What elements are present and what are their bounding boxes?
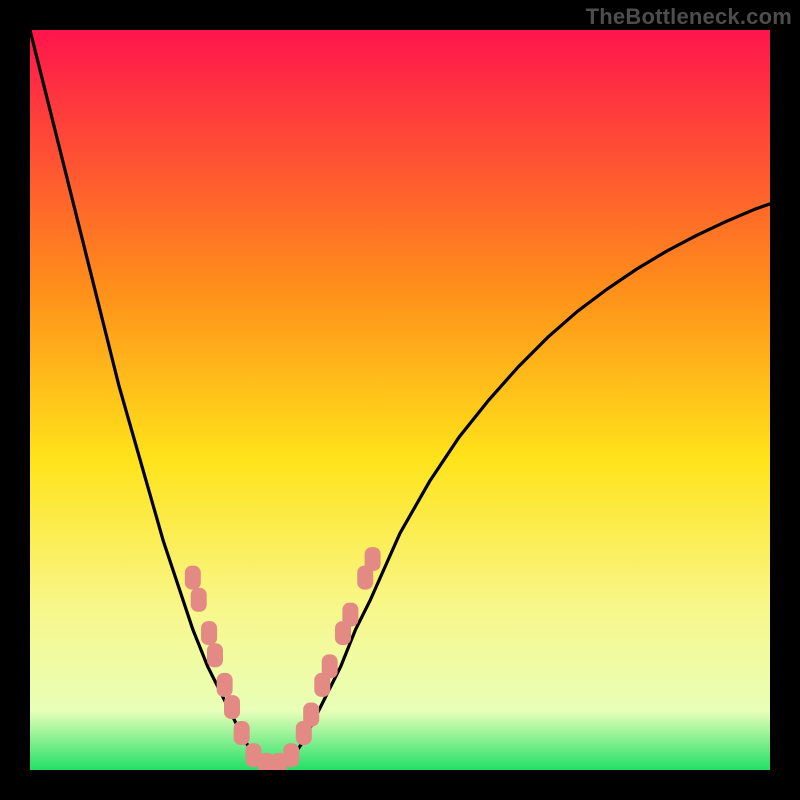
curve-marker (365, 547, 381, 571)
curve-marker (303, 703, 319, 727)
plot-area (30, 30, 770, 770)
gradient-background (30, 30, 770, 770)
curve-marker (342, 603, 358, 627)
curve-marker (185, 566, 201, 590)
curve-marker (234, 721, 250, 745)
curve-marker (283, 743, 299, 767)
curve-marker (322, 654, 338, 678)
curve-marker (207, 643, 223, 667)
plot-svg (30, 30, 770, 770)
chart-frame: TheBottleneck.com (0, 0, 800, 800)
curve-marker (224, 695, 240, 719)
watermark-text: TheBottleneck.com (586, 4, 792, 30)
curve-marker (191, 588, 207, 612)
curve-marker (217, 673, 233, 697)
curve-marker (201, 621, 217, 645)
